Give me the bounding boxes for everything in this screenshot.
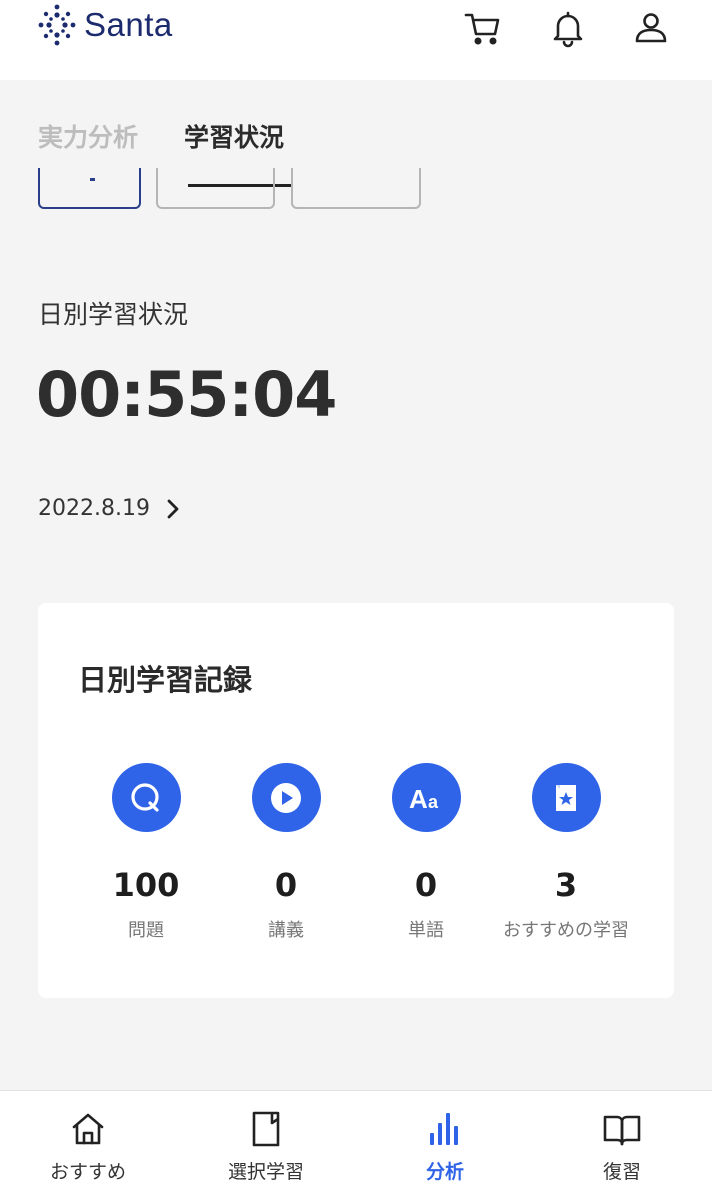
stat-vocabulary[interactable]: A a 0 単語 [346,763,506,942]
logo-text: Santa [84,6,173,43]
nav-label: 分析 [425,1161,464,1183]
daily-status-label: 日別学習状況 [38,300,189,329]
stat-label: 講義 [268,920,304,941]
stat-value: 0 [274,866,298,904]
tab-study-status[interactable]: 学習状況 [184,118,284,154]
date-selector[interactable]: 2022.8.19 [38,496,182,521]
vocabulary-icon: A a [391,763,461,832]
daily-record-card: 日別学習記録 100 問題 0 講義 A a 0 単語 3 おすすめの学習 [38,603,674,998]
bookmark-star-icon [531,763,601,832]
svg-text:a: a [428,792,439,812]
santa-logo[interactable]: Santa [36,2,173,48]
app-page: Santa 実力分析 学習状況 日別学習状況 00:55:04 2022.8.1… [0,0,712,1200]
stat-value: 100 [112,866,180,904]
cart-icon[interactable] [463,8,503,48]
period-chip[interactable] [291,168,421,209]
chevron-right-icon [167,499,179,518]
date-text: 2022.8.19 [38,496,150,521]
chip-dot [89,178,95,181]
home-icon [72,1113,104,1145]
nav-item-analysis[interactable]: 分析 [375,1109,515,1184]
nav-item-review[interactable]: 復習 [552,1109,692,1184]
card-title: 日別学習記録 [78,663,253,697]
nav-label: 復習 [602,1161,641,1183]
tab-skill-analysis[interactable]: 実力分析 [38,118,138,154]
period-chip-selected[interactable] [38,168,141,209]
bar-chart-icon [430,1113,458,1145]
bell-icon[interactable] [548,8,588,48]
nav-label: おすすめ [49,1161,126,1183]
stat-label: 単語 [408,920,444,941]
stat-lectures[interactable]: 0 講義 [206,763,366,942]
daily-study-time: 00:55:04 [36,358,337,431]
period-chip[interactable] [156,168,275,209]
svg-text:A: A [409,784,428,814]
stat-recommended[interactable]: 3 おすすめの学習 [486,763,646,942]
top-header: Santa [0,0,712,80]
stat-value: 3 [554,866,578,904]
analysis-tabs: 実力分析 学習状況 [38,118,284,154]
stat-label: 問題 [128,920,164,941]
user-icon[interactable] [631,8,671,48]
stat-label: おすすめの学習 [503,920,629,941]
open-book-icon [603,1115,641,1146]
nav-item-recommended[interactable]: おすすめ [18,1109,158,1184]
play-icon [251,763,321,832]
nav-label: 選択学習 [227,1161,304,1183]
bottom-navigation: おすすめ 選択学習 分析 復習 [0,1090,712,1200]
stat-questions[interactable]: 100 問題 [66,763,226,942]
stat-value: 0 [414,866,438,904]
question-icon [111,763,181,832]
santa-logo-mark-icon [38,4,76,46]
notebook-icon [252,1111,280,1147]
nav-item-selected-study[interactable]: 選択学習 [196,1109,336,1184]
